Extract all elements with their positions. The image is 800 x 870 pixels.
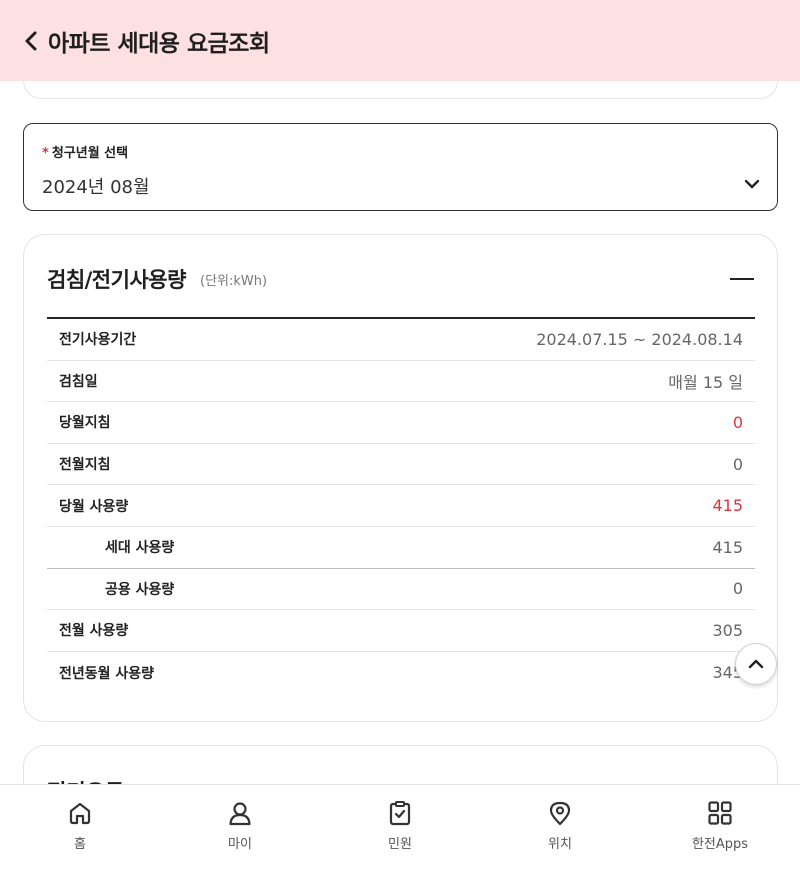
- row-label: 세대 사용량: [105, 540, 175, 557]
- row-value: 매월 15 일: [668, 372, 743, 392]
- nav-item-home[interactable]: 홈: [0, 785, 160, 870]
- nav-label: 민원: [388, 837, 412, 852]
- row-label: 전년동월 사용량: [59, 665, 155, 682]
- chevron-up-icon: [748, 655, 764, 674]
- collapse-icon[interactable]: [730, 268, 754, 290]
- location-pin-icon: [546, 799, 574, 827]
- table-row: 전월지침 0: [47, 444, 755, 486]
- table-row: 세대 사용량 415: [47, 527, 755, 569]
- row-value: 0: [732, 412, 743, 432]
- nav-label: 위치: [548, 837, 572, 852]
- row-label: 공용 사용량: [105, 581, 175, 598]
- chevron-down-icon: [743, 176, 761, 190]
- bottom-nav: 홈 마이 민원 위치 한전Apps: [0, 784, 800, 870]
- grid-apps-icon: [706, 799, 734, 827]
- row-label: 당월지침: [59, 415, 111, 432]
- back-arrow-icon[interactable]: [24, 29, 46, 53]
- nav-item-kepco-apps[interactable]: 한전Apps: [640, 785, 800, 870]
- home-icon: [66, 799, 94, 827]
- nav-item-my[interactable]: 마이: [160, 785, 320, 870]
- nav-item-location[interactable]: 위치: [480, 785, 640, 870]
- meter-usage-card: 검침/전기사용량 (단위:kWh) 전기사용기간 2024.07.15 ~ 20…: [23, 234, 778, 722]
- nav-label: 홈: [74, 837, 86, 852]
- app-header: 아파트 세대용 요금조회: [0, 0, 800, 81]
- billing-month-select[interactable]: * 청구년월 선택 2024년 08월: [23, 123, 778, 211]
- table-row: 공용 사용량 0: [47, 569, 755, 611]
- usage-table: 전기사용기간 2024.07.15 ~ 2024.08.14 검침일 매월 15…: [47, 317, 755, 693]
- table-row: 전년동월 사용량 345: [47, 652, 755, 694]
- table-row: 전월 사용량 305: [47, 610, 755, 652]
- billing-month-label: * 청구년월 선택: [42, 146, 129, 161]
- row-value: 305: [712, 620, 743, 640]
- clipboard-check-icon: [386, 799, 414, 827]
- nav-label: 마이: [228, 837, 252, 852]
- row-label: 전기사용기간: [59, 332, 137, 349]
- row-label: 전월 사용량: [59, 623, 129, 640]
- row-value: 0: [732, 579, 743, 599]
- billing-month-value: 2024년 08월: [42, 177, 150, 198]
- row-value: 2024.07.15 ~ 2024.08.14: [536, 329, 743, 349]
- page-title: 아파트 세대용 요금조회: [48, 30, 270, 57]
- scroll-top-button[interactable]: [735, 643, 777, 685]
- row-label: 당월 사용량: [59, 498, 129, 515]
- row-value: 415: [712, 496, 743, 516]
- table-row: 당월지침 0: [47, 402, 755, 444]
- row-value: 415: [712, 537, 743, 557]
- table-row: 당월 사용량 415: [47, 485, 755, 527]
- table-row: 전기사용기간 2024.07.15 ~ 2024.08.14: [47, 319, 755, 361]
- row-label: 검침일: [59, 373, 98, 390]
- unit-label: (단위:kWh): [200, 274, 268, 289]
- row-value: 0: [732, 454, 743, 474]
- table-row: 검침일 매월 15 일: [47, 361, 755, 403]
- user-icon: [226, 799, 254, 827]
- row-label: 전월지침: [59, 457, 111, 474]
- nav-item-complaint[interactable]: 민원: [320, 785, 480, 870]
- card-title: 검침/전기사용량: [47, 268, 186, 292]
- nav-label: 한전Apps: [691, 837, 749, 852]
- required-mark: *: [42, 146, 49, 161]
